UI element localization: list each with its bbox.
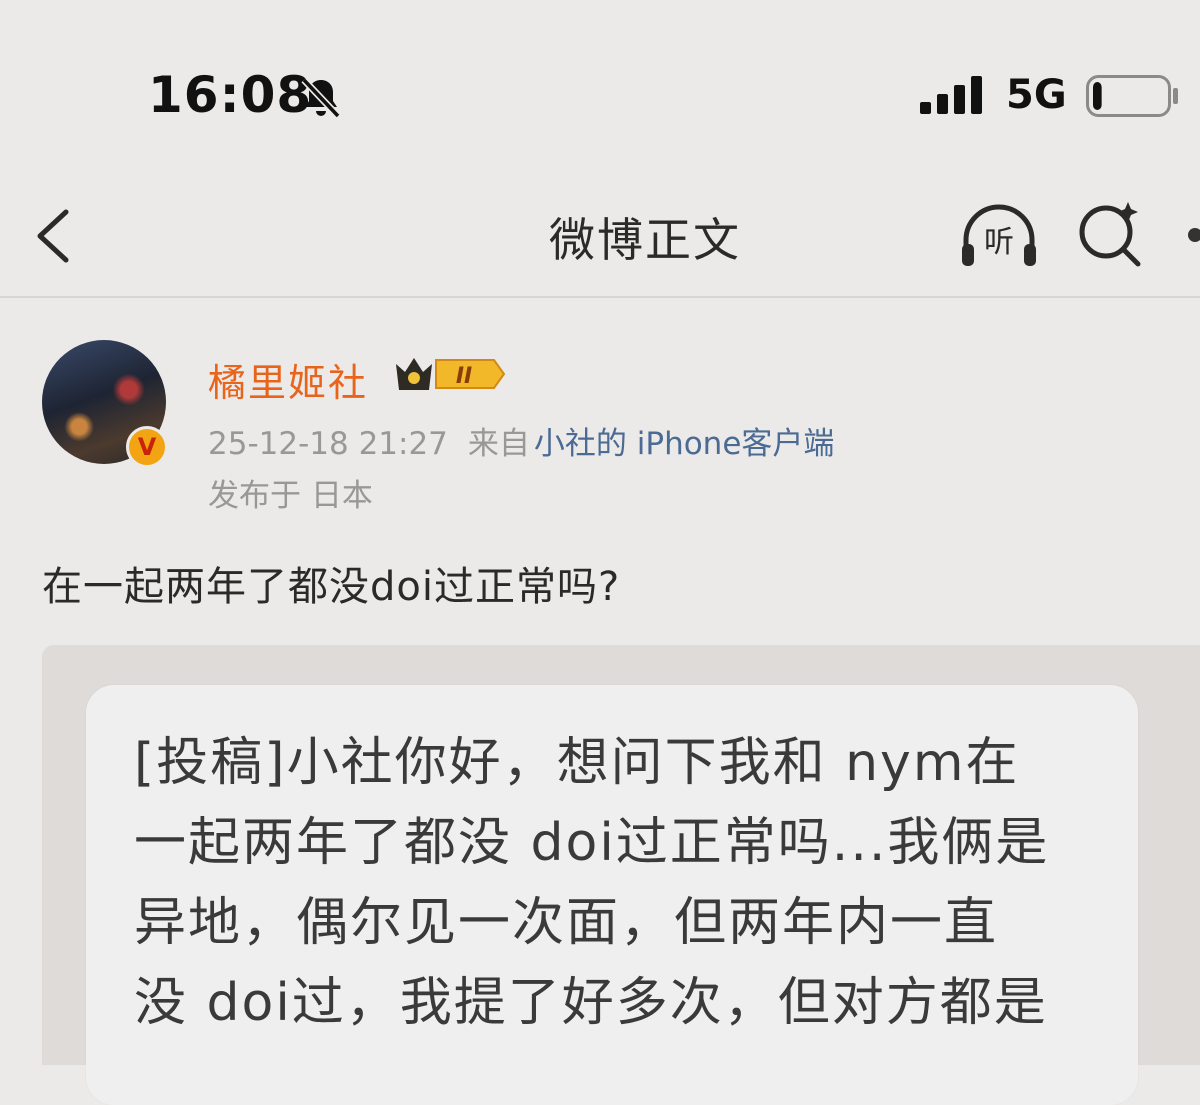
message-line: 没 doi过，我提了好多次，但对方都是 — [134, 973, 1048, 1033]
message-bubble: [投稿]小社你好，想问下我和 nym在 一起两年了都没 doi过正常吗...我俩… — [86, 685, 1138, 1105]
cellular-signal-icon — [920, 76, 982, 114]
message-line: 一起两年了都没 doi过正常吗...我俩是 — [134, 813, 1050, 873]
message-line: 异地，偶尔见一次面，但两年内一直 — [134, 893, 999, 953]
search-icon[interactable] — [1076, 198, 1146, 268]
post-location: 发布于 日本 — [208, 478, 373, 514]
listen-headphones-icon[interactable]: 听 — [958, 200, 1040, 272]
message-text: [投稿]小社你好，想问下我和 nym在 一起两年了都没 doi过正常吗...我俩… — [134, 723, 1144, 1043]
more-icon[interactable] — [1188, 228, 1200, 242]
username[interactable]: 橘里姬社 — [208, 352, 368, 407]
post-text: 在一起两年了都没doi过正常吗? — [42, 564, 621, 610]
network-type: 5G — [1006, 72, 1067, 118]
status-bar: 16:08 5G — [0, 0, 1200, 190]
nav-bar: 微博正文 听 — [0, 190, 1200, 298]
bell-muted-icon — [301, 77, 341, 119]
status-time: 16:08 — [148, 66, 313, 124]
message-line: [投稿]小社你好，想问下我和 nym在 — [134, 733, 1020, 793]
listen-label: 听 — [984, 225, 1014, 260]
source-link[interactable]: 小社的 iPhone客户端 — [534, 426, 835, 462]
source-prefix: 来自 — [467, 426, 530, 462]
post-timestamp: 25-12-18 21:27 — [208, 426, 448, 462]
member-level: II — [456, 364, 472, 389]
post-meta: 25-12-18 21:27 来自 小社的 iPhone客户端 — [208, 418, 834, 463]
member-crown-badge-icon: II — [396, 358, 506, 390]
post-image[interactable]: [投稿]小社你好，想问下我和 nym在 一起两年了都没 doi过正常吗...我俩… — [42, 645, 1200, 1105]
verified-badge-icon: V — [126, 426, 168, 468]
battery-icon — [1086, 75, 1178, 117]
